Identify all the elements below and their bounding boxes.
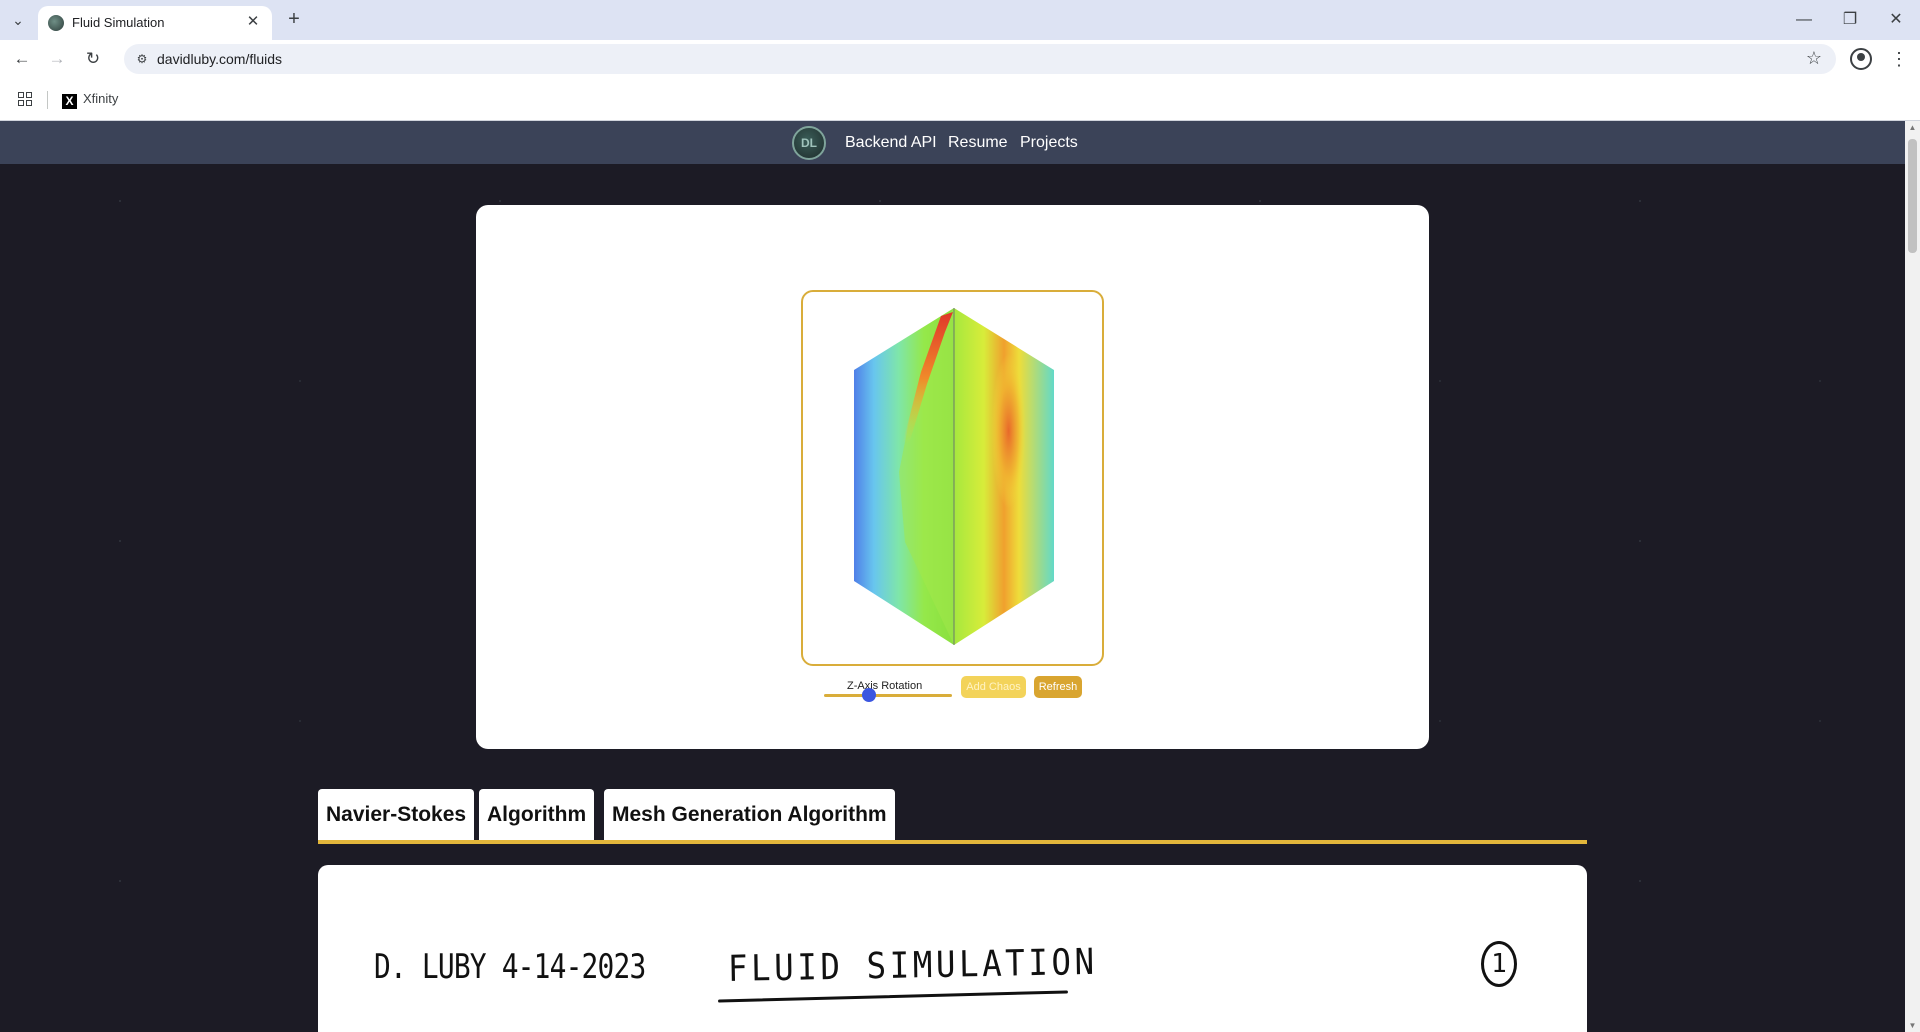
forward-button[interactable]: →	[44, 46, 70, 72]
notes-title-underline	[718, 990, 1068, 1003]
browser-toolbar: ← → ↻ ⚙ davidluby.com/fluids ☆ ⋮	[0, 40, 1920, 78]
nav-link-backend-api[interactable]: Backend API	[845, 134, 937, 152]
bookmarks-bar: X Xfinity	[0, 78, 1920, 121]
site-logo[interactable]: DL	[792, 126, 826, 160]
site-info-icon[interactable]: ⚙	[132, 49, 152, 69]
refresh-button[interactable]: Refresh	[1034, 676, 1082, 698]
apps-grid-icon[interactable]	[18, 92, 32, 106]
tab-algorithm[interactable]: Algorithm	[479, 789, 595, 840]
tabs-underline	[318, 840, 1587, 844]
page-scrollbar[interactable]: ▲ ▼	[1905, 121, 1920, 1032]
nav-link-projects[interactable]: Projects	[1020, 134, 1078, 152]
z-axis-rotation-slider[interactable]	[824, 694, 952, 697]
bookmark-xfinity[interactable]: X Xfinity	[62, 91, 118, 109]
close-tab-icon[interactable]: ✕	[242, 11, 264, 33]
tab-search-button[interactable]: ⌄	[6, 8, 30, 32]
new-tab-button[interactable]: +	[282, 8, 306, 32]
nav-link-resume[interactable]: Resume	[948, 134, 1008, 152]
url-text[interactable]: davidluby.com/fluids	[157, 51, 282, 67]
bookmarks-divider	[47, 91, 48, 109]
bookmark-star-icon[interactable]: ☆	[1806, 48, 1822, 69]
bookmark-label: Xfinity	[83, 91, 119, 106]
z-axis-rotation-label: Z-Axis Rotation	[847, 680, 923, 692]
scroll-down-icon[interactable]: ▼	[1908, 1021, 1917, 1030]
xfinity-icon: X	[62, 94, 77, 109]
notes-author-date: D. LUBY 4-14-2023	[374, 947, 646, 987]
tab-navier-stokes[interactable]: Navier-Stokes	[318, 789, 475, 840]
browser-tab[interactable]: Fluid Simulation ✕	[38, 6, 272, 40]
scrollbar-thumb[interactable]	[1908, 139, 1917, 253]
restore-button[interactable]: ❐	[1834, 6, 1866, 34]
browser-chrome: ⌄ Fluid Simulation ✕ + — ❐ ✕ ← → ↻ ⚙ dav…	[0, 0, 1920, 121]
address-bar[interactable]: ⚙ davidluby.com/fluids ☆	[124, 44, 1836, 74]
scroll-up-icon[interactable]: ▲	[1908, 123, 1917, 132]
browser-menu-icon[interactable]: ⋮	[1890, 46, 1908, 72]
site-navbar: DL Backend API Resume Projects	[0, 121, 1905, 164]
cube-right-hotspot	[987, 332, 1035, 552]
back-button[interactable]: ←	[9, 46, 35, 72]
tab-mesh-generation-algorithm[interactable]: Mesh Generation Algorithm	[604, 789, 895, 840]
notes-title: FLUID SIMULATION	[727, 941, 1098, 990]
simulation-canvas-frame[interactable]	[801, 290, 1104, 666]
tab-strip: ⌄ Fluid Simulation ✕ + — ❐ ✕	[0, 0, 1920, 40]
add-chaos-button[interactable]: Add Chaos	[961, 676, 1026, 698]
close-window-button[interactable]: ✕	[1880, 6, 1912, 34]
page-viewport: DL Backend API Resume Projects 3-D Fluid…	[0, 121, 1905, 1032]
favicon-icon	[48, 15, 64, 31]
slider-thumb[interactable]	[861, 688, 876, 702]
handwritten-notes-card: D. LUBY 4-14-2023 FLUID SIMULATION 1	[318, 865, 1587, 1032]
minimize-button[interactable]: —	[1788, 6, 1820, 34]
reload-button[interactable]: ↻	[80, 46, 106, 72]
notes-page-number: 1	[1481, 941, 1517, 987]
fluid-cube-render[interactable]	[803, 292, 1102, 664]
tab-title: Fluid Simulation	[72, 15, 165, 30]
profile-icon[interactable]	[1850, 48, 1872, 70]
